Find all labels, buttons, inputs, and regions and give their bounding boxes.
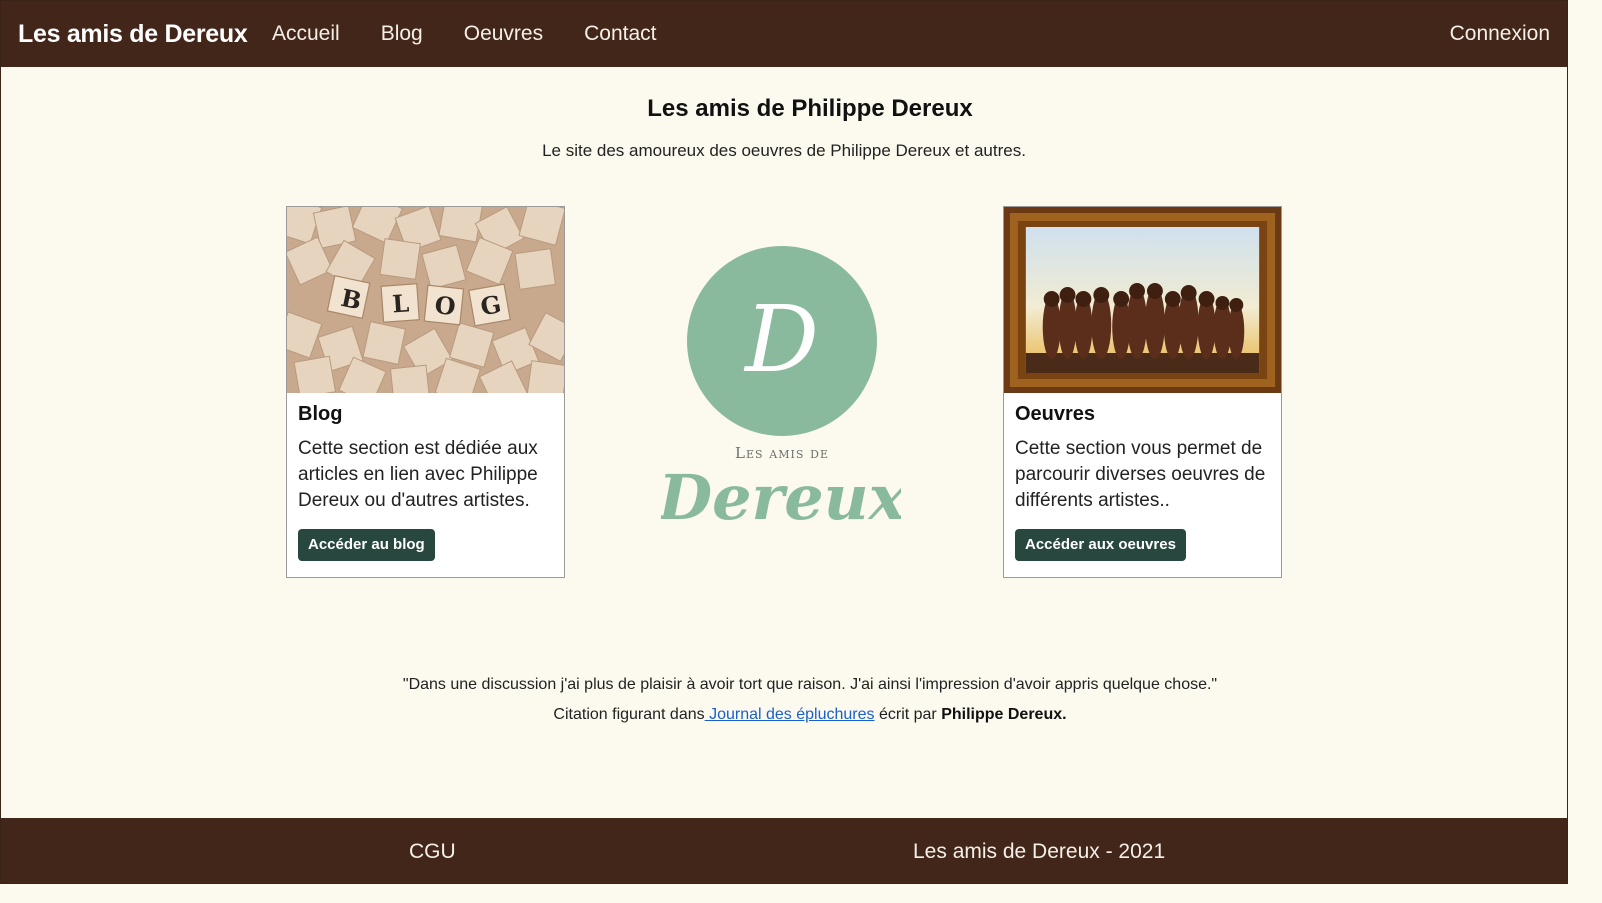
nav-link-oeuvres[interactable]: Oeuvres — [464, 22, 543, 46]
oeuvres-card-image — [1004, 207, 1281, 393]
nav-links: Accueil Blog Oeuvres Contact — [272, 1, 697, 67]
quote-source: Citation figurant dans Journal des épluc… — [1, 706, 1567, 724]
access-blog-button[interactable]: Accéder au blog — [298, 529, 435, 561]
nav-link-blog[interactable]: Blog — [381, 22, 423, 46]
quote-author: Philippe Dereux. — [941, 706, 1067, 723]
page-frame: Les amis de Dereux Accueil Blog Oeuvres … — [0, 0, 1568, 884]
quote-text: "Dans une discussion j'ai plus de plaisi… — [402, 676, 1218, 693]
login-link[interactable]: Connexion — [1450, 1, 1550, 67]
blog-card-text: Cette section est dédiée aux articles en… — [298, 438, 538, 511]
oeuvres-card: Oeuvres Cette section vous permet de par… — [1003, 206, 1282, 578]
oeuvres-card-text: Cette section vous permet de parcourir d… — [1015, 438, 1266, 511]
logo-line2: Dereux — [661, 461, 901, 531]
access-oeuvres-button[interactable]: Accéder aux oeuvres — [1015, 529, 1186, 561]
tile-letter-l: L — [391, 289, 410, 318]
oeuvres-card-title: Oeuvres — [1015, 403, 1096, 425]
quote-source-middle: écrit par — [874, 706, 942, 723]
logo-letter: D — [743, 286, 819, 393]
blog-card: B L O G Blog Cette section est dédiée au… — [286, 206, 565, 578]
quote-source-prefix: Citation figurant dans — [553, 706, 705, 723]
journal-link[interactable]: Journal des épluchures — [705, 706, 874, 723]
nav-link-accueil[interactable]: Accueil — [272, 22, 340, 46]
logo-line1: Les amis de — [735, 444, 829, 462]
cgu-link[interactable]: CGU — [409, 818, 456, 883]
page-title: Les amis de Philippe Dereux — [647, 95, 973, 122]
footer: CGU Les amis de Dereux - 2021 — [1, 818, 1567, 883]
tile-letter-o: O — [433, 291, 457, 321]
brand-logo-text[interactable]: Les amis de Dereux — [18, 1, 248, 67]
blog-card-title: Blog — [298, 403, 343, 425]
blog-card-image: B L O G — [287, 207, 564, 393]
page-subtitle: Le site des amoureux des oeuvres de Phil… — [542, 141, 1026, 160]
site-logo: D Les amis de Dereux — [661, 246, 901, 531]
top-navbar: Les amis de Dereux Accueil Blog Oeuvres … — [1, 1, 1567, 67]
nav-link-contact[interactable]: Contact — [584, 22, 656, 46]
footer-copyright: Les amis de Dereux - 2021 — [913, 839, 1166, 863]
